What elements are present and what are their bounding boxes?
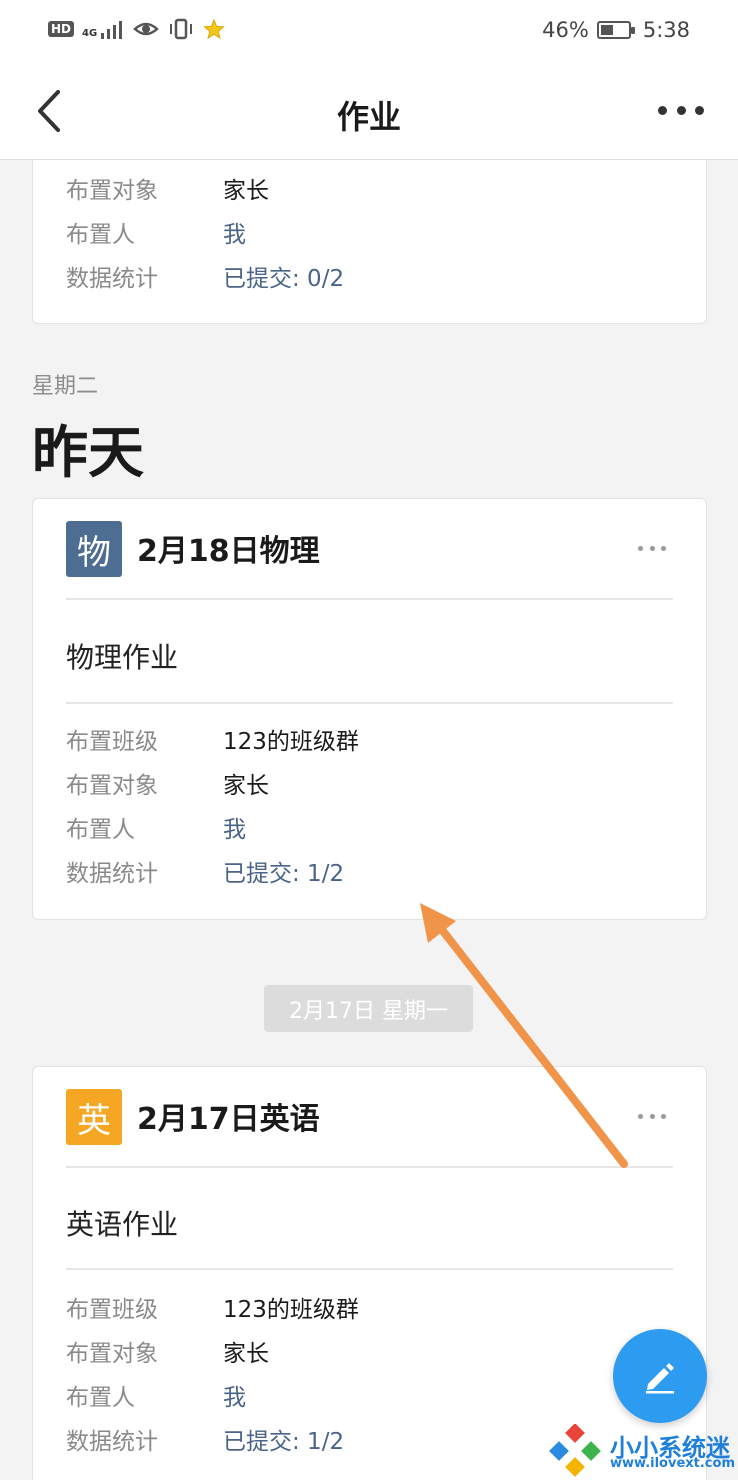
- signal-icon: 4G: [82, 19, 125, 39]
- vibrate-icon: [170, 18, 193, 40]
- watermark-logo-icon: [549, 1424, 601, 1477]
- info-value: 家长: [223, 1341, 269, 1367]
- compose-fab-button[interactable]: [613, 1329, 707, 1423]
- info-key: 数据统计: [66, 1429, 158, 1455]
- info-key: 数据统计: [66, 861, 158, 887]
- status-icons-right: 46% 5:38: [542, 18, 690, 42]
- info-key: 布置人: [66, 1385, 135, 1411]
- info-row-stats: 数据统计 已提交: 1/2: [66, 849, 666, 893]
- info-key: 布置对象: [66, 773, 158, 799]
- more-horizontal-icon: [658, 105, 667, 115]
- network-type-label: 4G: [82, 28, 98, 39]
- more-horizontal-icon: [638, 545, 643, 551]
- info-row-target: 布置对象 家长: [66, 1329, 666, 1373]
- hd-badge: HD: [48, 21, 75, 37]
- divider: [66, 1268, 673, 1270]
- date-separator: 2月17日 星期一: [264, 985, 473, 1032]
- info-key: 布置对象: [66, 178, 158, 204]
- divider: [66, 598, 673, 600]
- pencil-icon: [646, 1363, 674, 1394]
- info-key: 布置人: [66, 817, 135, 843]
- info-row-target: 布置对象 家长: [66, 166, 666, 210]
- info-value: 我: [223, 817, 246, 843]
- battery-percent: 46%: [542, 18, 589, 42]
- submission-stats-link[interactable]: 已提交: 1/2: [223, 854, 344, 888]
- status-bar: HD 4G 46% 5:38: [0, 0, 738, 64]
- page-title: 作业: [336, 98, 401, 136]
- more-horizontal-icon: [638, 1113, 643, 1119]
- card-more-button[interactable]: [638, 543, 666, 553]
- card-more-button[interactable]: [638, 1111, 666, 1121]
- info-key: 布置人: [66, 222, 135, 248]
- homework-card-partial[interactable]: 布置对象 家长 布置人 我 数据统计 已提交: 0/2: [32, 160, 707, 324]
- homework-card-physics[interactable]: 物 2月18日物理 物理作业 布置班级 123的班级群 布置对象 家长 布置人 …: [32, 498, 707, 920]
- card-title: 2月17日英语: [137, 1102, 320, 1137]
- card-info: 布置班级 123的班级群 布置对象 家长 布置人 我 数据统计 已提交: 1/2: [66, 717, 666, 893]
- clock: 5:38: [642, 18, 690, 42]
- info-key: 数据统计: [66, 266, 158, 292]
- eye-icon: [133, 22, 160, 36]
- info-value: 123的班级群: [223, 1297, 359, 1323]
- info-key: 布置对象: [66, 1341, 158, 1367]
- homework-card-english[interactable]: 英 2月17日英语 英语作业 布置班级 123的班级群 布置对象 家长 布置人 …: [32, 1066, 707, 1480]
- more-options-button[interactable]: [658, 102, 704, 118]
- info-row-class: 布置班级 123的班级群: [66, 1285, 666, 1329]
- divider: [66, 702, 673, 704]
- card-info: 布置对象 家长 布置人 我 数据统计 已提交: 0/2: [66, 166, 666, 298]
- battery-icon: [596, 21, 635, 39]
- watermark: 小小系统迷 www.ilovext.com: [548, 1424, 738, 1480]
- card-title: 2月18日物理: [137, 534, 320, 569]
- info-value: 我: [223, 1385, 246, 1411]
- nav-bar: 作业: [0, 64, 738, 160]
- divider: [66, 1166, 673, 1168]
- info-row-assigner: 布置人 我: [66, 210, 666, 254]
- section-day-title: 昨天: [32, 421, 144, 486]
- battery-fill: [600, 25, 613, 35]
- section-weekday: 星期二: [32, 374, 99, 399]
- submission-stats-link[interactable]: 已提交: 1/2: [223, 1422, 344, 1456]
- info-row-assigner: 布置人 我: [66, 1373, 666, 1417]
- info-key: 布置班级: [66, 729, 158, 755]
- info-row-assigner: 布置人 我: [66, 805, 666, 849]
- info-value: 家长: [223, 178, 269, 204]
- card-description: 物理作业: [66, 641, 179, 674]
- submission-stats-link[interactable]: 已提交: 0/2: [223, 259, 344, 293]
- info-row-stats: 数据统计 已提交: 0/2: [66, 254, 666, 298]
- star-icon: [203, 18, 225, 40]
- card-description: 英语作业: [66, 1208, 179, 1241]
- info-value: 家长: [223, 773, 269, 799]
- status-icons-left: HD 4G: [48, 18, 225, 40]
- info-key: 布置班级: [66, 1297, 158, 1323]
- info-value: 123的班级群: [223, 729, 359, 755]
- subject-icon-english: 英: [66, 1089, 122, 1145]
- info-row-target: 布置对象 家长: [66, 761, 666, 805]
- watermark-url: www.ilovext.com: [610, 1456, 735, 1471]
- subject-icon-physics: 物: [66, 521, 122, 577]
- info-value: 我: [223, 222, 246, 248]
- info-row-class: 布置班级 123的班级群: [66, 717, 666, 761]
